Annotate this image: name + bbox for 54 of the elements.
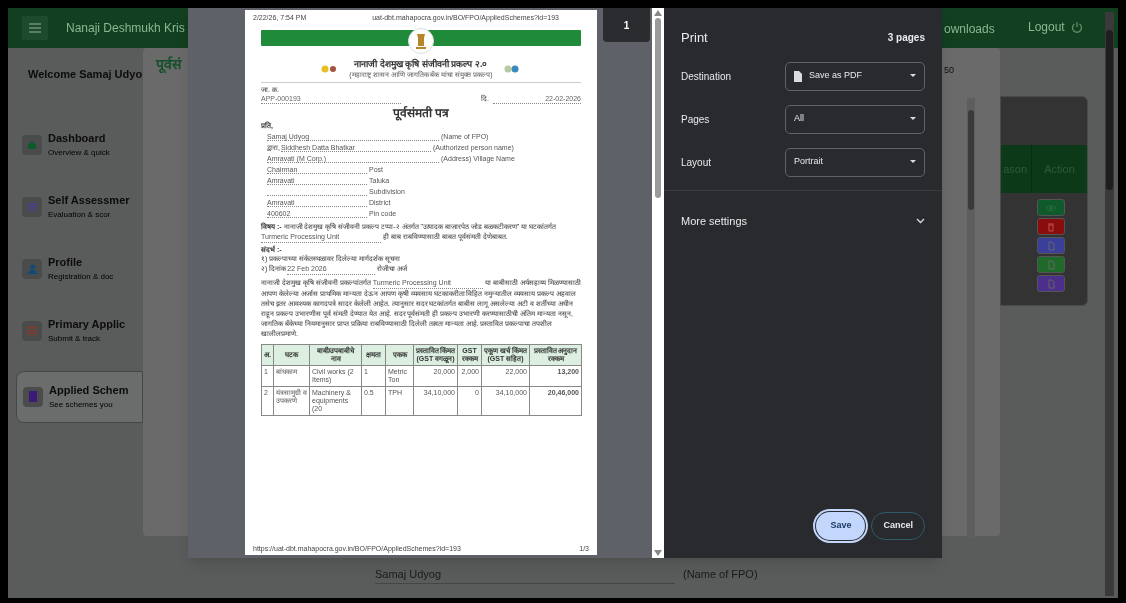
menu-button[interactable] [22,16,48,40]
logout-button[interactable]: Logout [1028,18,1083,36]
field-value: Samaj Udyog [375,567,443,582]
scroll-up-icon[interactable] [654,10,662,16]
nav-subtitle: See schemes you [49,398,114,411]
trash-icon [1045,221,1057,232]
setting-label: Pages [681,112,710,127]
nav-subtitle: Evaluation & scor [48,208,112,221]
page-thumbnail[interactable]: 1 [603,8,650,42]
nav-title: Primary Applic [48,317,126,333]
page-count: 3 pages [887,31,925,46]
eye-icon [1045,202,1057,213]
sidebar-item[interactable]: Applied Schem See schemes you [16,370,143,423]
setting-dropdown[interactable]: Portrait [785,147,925,177]
scroll-down-icon[interactable] [654,550,662,556]
downloads-link[interactable]: ownloads [944,20,995,38]
more-settings-toggle[interactable]: More settings [681,212,925,229]
setting-label: Layout [681,155,712,170]
action-button[interactable] [1037,275,1065,292]
document-icon [1045,240,1057,251]
nav-subtitle: Registration & doc [48,270,114,283]
welcome-text: Welcome Samaj Udyo [28,67,143,82]
menu-icon [29,23,41,33]
nav-title: Profile [48,255,84,271]
setting-dropdown[interactable]: Save as PDF [785,61,925,91]
action-button[interactable] [1037,199,1065,216]
nav-title: Applied Schem [49,383,129,399]
action-button[interactable] [1037,237,1065,254]
save-button[interactable]: Save [816,512,866,540]
caret-icon [910,117,916,121]
action-button[interactable] [1037,218,1065,235]
letter-title: पूर्वसंमती पत्र [391,106,451,121]
setting-dropdown[interactable]: All [785,104,925,134]
document-icon [794,70,802,82]
caret-icon [910,74,916,78]
nav-subtitle: Submit & track [48,332,101,345]
app-title: Nanaji Deshmukh Kris [66,20,185,37]
chevron-icon [916,217,925,224]
document-icon [1045,278,1057,289]
count-text: 50 [944,64,954,77]
document-icon [1045,259,1057,270]
emblem-icon [408,28,434,54]
power-icon [1070,21,1083,33]
field-label: (Name of FPO) [683,567,758,582]
project-title: नानाजी देशमुख कृषि संजीवनी प्रकल्प २.० [354,58,488,70]
modal-title: पूर्वसं [156,55,181,75]
action-button[interactable] [1037,256,1065,273]
nav-subtitle: Overview & quick [48,146,110,159]
nav-title: Self Assessmer [48,193,130,209]
nav-title: Dashboard [48,131,107,147]
setting-label: Destination [681,69,732,84]
print-title: Print [681,29,708,47]
caret-icon [910,160,916,164]
logo-icon [502,64,521,73]
